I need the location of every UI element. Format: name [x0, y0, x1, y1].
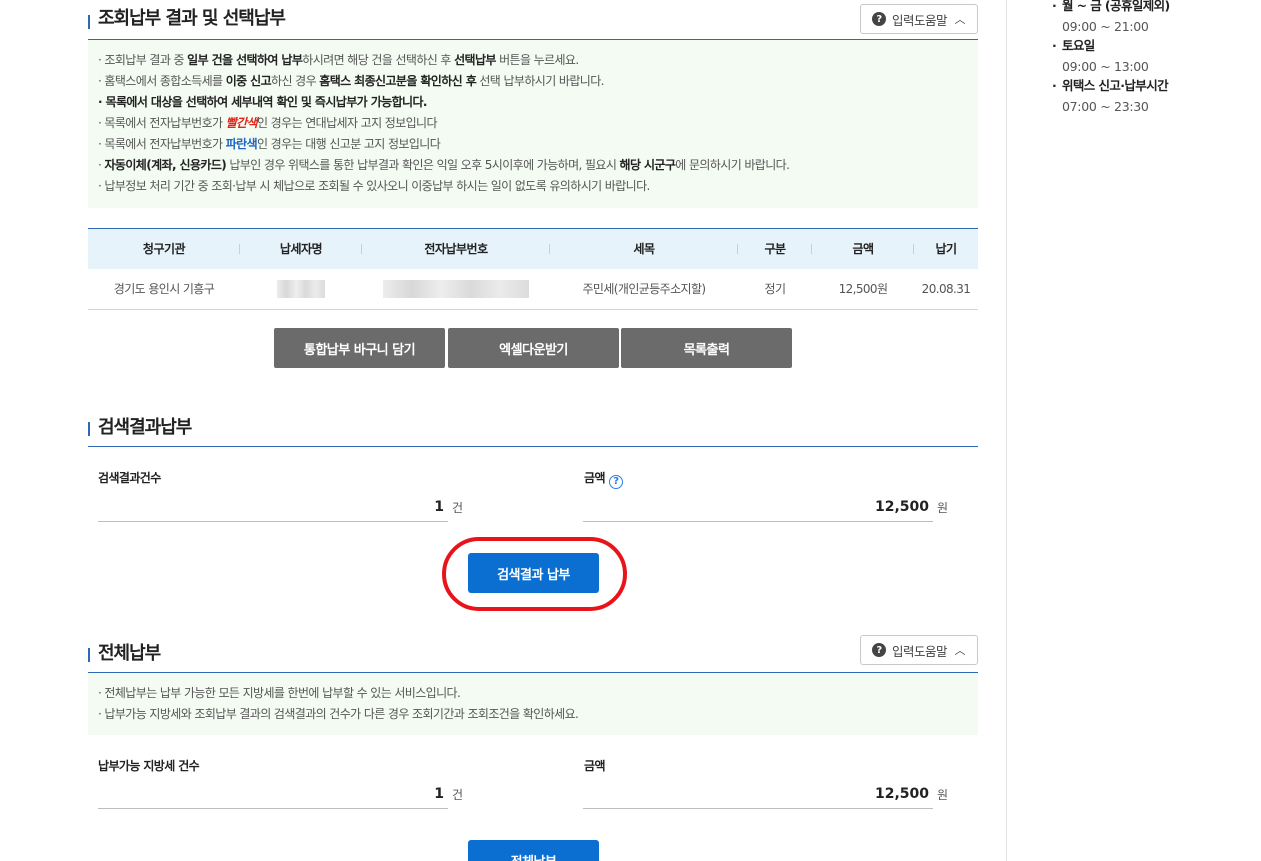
notice-text: 인 경우는 연대납세자 고지 정보입니다	[257, 116, 438, 130]
col-tax-item: 세목	[550, 228, 738, 269]
col-amount: 금액	[812, 228, 914, 269]
service-hours-panel: 월 ~ 금 (공휴일제외) 09:00 ~ 21:00 토요일 09:00 ~ …	[1052, 0, 1252, 116]
amount-unit: 원	[937, 501, 949, 515]
notice-text: · 목록에서 전자납부번호가	[98, 116, 226, 130]
col-taxpayer: 납세자명	[240, 228, 362, 269]
notice-text: 하신 경우	[271, 74, 320, 88]
notice-text: · 목록에서 전자납부번호가	[98, 137, 226, 151]
input-help-toggle[interactable]: ? 입력도움말 ︿	[860, 635, 978, 665]
notice-line: · 조회납부 결과 중 일부 건을 선택하여 납부하시려면 해당 건을 선택하신…	[98, 50, 978, 71]
saturday-label: 토요일	[1052, 36, 1252, 56]
saturday-time: 09:00 ~ 13:00	[1062, 59, 1149, 74]
heading-bar	[88, 15, 90, 29]
col-payment-number: 전자납부번호	[362, 228, 550, 269]
print-list-button[interactable]: 목록출력	[621, 328, 792, 368]
col-due-date: 납기	[914, 228, 978, 269]
result-table: 청구기관 납세자명 전자납부번호 세목 구분 금액 납기 경기도 용인시 기흥구…	[88, 228, 978, 310]
notice-emphasis: 해당 시군구	[619, 158, 676, 172]
col-type: 구분	[738, 228, 812, 269]
weekday-label: 월 ~ 금 (공휴일제외)	[1052, 0, 1252, 16]
wetax-hours-time: 07:00 ~ 23:30	[1062, 99, 1149, 114]
notice-text: · 홈택스에서 종합소득세를	[98, 74, 226, 88]
total-amount-label: 금액	[584, 759, 605, 773]
amount-label: 금액	[584, 471, 605, 485]
notice-line: · 납부가능 지방세와 조회납부 결과의 검색결과의 건수가 다른 경우 조회기…	[98, 707, 579, 721]
notice-emphasis: 파란색	[225, 137, 258, 151]
cell-tax-item: 주민세(개인균등주소지할)	[550, 268, 738, 310]
heading-bar	[88, 422, 90, 436]
count-unit: 건	[452, 501, 464, 515]
notice-text: · 조회납부 결과 중	[98, 53, 188, 67]
cell-due-date: 20.08.31	[914, 268, 978, 310]
payable-count-label: 납부가능 지방세 건수	[98, 759, 200, 773]
notice-text: 에 문의하시기 바랍니다.	[675, 158, 790, 172]
cell-amount: 12,500원	[812, 268, 914, 310]
search-amount-value: 12,500	[583, 492, 933, 522]
sidebar-divider	[1006, 0, 1007, 861]
notice-text: 인 경우는 대행 신고분 고지 정보입니다	[257, 137, 441, 151]
notice-emphasis: 선택납부	[454, 53, 496, 67]
section-inquiry-result-header: 조회납부 결과 및 선택납부 ? 입력도움말 ︿	[88, 0, 978, 40]
question-icon: ?	[872, 12, 886, 26]
help-question-icon[interactable]: ?	[608, 474, 623, 489]
notice-emphasis: 빨간색	[225, 116, 258, 130]
excel-download-button[interactable]: 엑셀다운받기	[448, 328, 619, 368]
section-title: 조회납부 결과 및 선택납부	[98, 8, 286, 29]
search-result-pay-button[interactable]: 검색결과 납부	[468, 553, 599, 593]
wetax-hours-label: 위택스 신고·납부시간	[1052, 76, 1252, 96]
weekday-time: 09:00 ~ 21:00	[1062, 19, 1149, 34]
help-label: 입력도움말	[892, 12, 948, 28]
notice-box: · 조회납부 결과 중 일부 건을 선택하여 납부하시려면 해당 건을 선택하신…	[88, 40, 978, 208]
search-count-label: 검색결과건수	[98, 471, 161, 485]
full-payment-button[interactable]: 전체납부	[468, 840, 599, 861]
table-header-row: 청구기관 납세자명 전자납부번호 세목 구분 금액 납기	[88, 228, 978, 269]
cell-agency: 경기도 용인시 기흥구	[88, 268, 240, 310]
notice-text: 납부인 경우 위택스를 통한 납부결과 확인은 익일 오후 5시이후에 가능하며…	[226, 158, 620, 172]
input-help-toggle[interactable]: ? 입력도움말 ︿	[860, 4, 978, 34]
section-search-result-payment-header: 검색결과납부	[88, 407, 978, 447]
notice-emphasis: 자동이체(계좌, 신용카드)	[104, 158, 227, 172]
notice-text: 버튼을 누르세요.	[495, 53, 579, 67]
help-label: 입력도움말	[892, 643, 948, 659]
notice-line: · 목록에서 대상을 선택하여 세부내역 확인 및 즉시납부가 가능합니다.	[98, 95, 427, 109]
search-count-value: 1	[98, 492, 448, 522]
notice-emphasis: 일부 건을 선택하여 납부	[187, 53, 303, 67]
notice-line: · 목록에서 전자납부번호가 파란색인 경우는 대행 신고분 고지 정보입니다	[98, 134, 978, 155]
amount-unit: 원	[937, 788, 949, 802]
add-to-basket-button[interactable]: 통합납부 바구니 담기	[274, 328, 445, 368]
notice-line: · 전체납부는 납부 가능한 모든 지방세를 한번에 납부할 수 있는 서비스입…	[98, 686, 461, 700]
notice-line: · 자동이체(계좌, 신용카드) 납부인 경우 위택스를 통한 납부결과 확인은…	[98, 155, 978, 176]
amount-label-wrap: 금액?	[584, 469, 623, 489]
cell-type: 정기	[738, 268, 812, 310]
chevron-up-icon: ︿	[954, 13, 966, 26]
payable-count-value: 1	[98, 779, 448, 809]
notice-text: 선택 납부하시기 바랍니다.	[476, 74, 604, 88]
notice-box: · 전체납부는 납부 가능한 모든 지방세를 한번에 납부할 수 있는 서비스입…	[88, 673, 978, 735]
notice-emphasis: 홈택스 최종신고분을 확인하신 후	[319, 74, 477, 88]
count-unit: 건	[452, 788, 464, 802]
section-title: 전체납부	[98, 643, 161, 664]
total-amount-value: 12,500	[583, 779, 933, 809]
notice-text: 하시려면 해당 건을 선택하신 후	[302, 53, 455, 67]
table-row[interactable]: 경기도 용인시 기흥구 주민세(개인균등주소지할) 정기 12,500원 20.…	[88, 268, 978, 310]
section-title: 검색결과납부	[98, 417, 192, 438]
heading-bar	[88, 648, 90, 662]
notice-emphasis: 이중 신고	[225, 74, 272, 88]
cell-taxpayer-blurred	[240, 268, 362, 310]
notice-line: · 홈택스에서 종합소득세를 이중 신고하신 경우 홈택스 최종신고분을 확인하…	[98, 71, 978, 92]
section-full-payment-header: 전체납부 ? 입력도움말 ︿	[88, 633, 978, 673]
cell-payment-number-blurred[interactable]	[362, 268, 550, 310]
notice-line: · 납부정보 처리 기간 중 조회·납부 시 체납으로 조회될 수 있사오니 이…	[98, 179, 650, 193]
col-agency: 청구기관	[88, 228, 240, 269]
chevron-up-icon: ︿	[954, 644, 966, 657]
question-icon: ?	[872, 643, 886, 657]
notice-line: · 목록에서 전자납부번호가 빨간색인 경우는 연대납세자 고지 정보입니다	[98, 113, 978, 134]
